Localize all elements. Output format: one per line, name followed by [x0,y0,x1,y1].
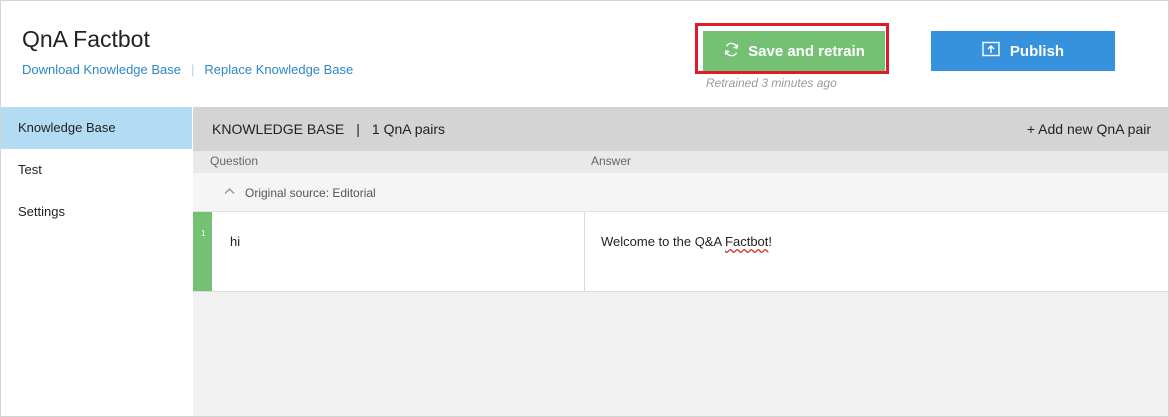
main-panel: KNOWLEDGE BASE | 1 QnA pairs + Add new Q… [193,107,1168,416]
source-label: Original source: Editorial [245,186,376,200]
kb-title-separator: | [356,121,360,137]
download-kb-link[interactable]: Download Knowledge Base [22,62,181,77]
question-cell[interactable]: hi [230,234,240,249]
answer-column-header: Answer [591,154,632,168]
retrained-status: Retrained 3 minutes ago [706,76,837,90]
column-headers: Question Answer [193,151,1168,173]
source-group-row[interactable]: Original source: Editorial [193,173,1168,212]
spellcheck-flagged-word: Factbot [725,234,769,249]
refresh-icon [723,41,740,62]
column-divider [584,212,585,291]
add-qna-pair-button[interactable]: + Add new QnA pair [1027,121,1151,137]
sidebar: Knowledge Base Test Settings [1,107,192,416]
sidebar-item-knowledge-base[interactable]: Knowledge Base [1,107,192,149]
answer-cell[interactable]: Welcome to the Q&A Factbot! [601,234,772,249]
header-links: Download Knowledge Base | Replace Knowle… [22,62,353,77]
sidebar-item-test[interactable]: Test [1,149,192,191]
save-and-retrain-button[interactable]: Save and retrain [703,31,885,71]
kb-title: KNOWLEDGE BASE [212,121,345,137]
row-marker: 1 [193,212,212,291]
row-number: 1 [201,229,206,238]
replace-kb-link[interactable]: Replace Knowledge Base [204,62,353,77]
publish-label: Publish [1009,42,1065,60]
table-row: 1 hi Welcome to the Q&A Factbot! [193,212,1168,292]
answer-text-end: ! [768,234,773,249]
question-column-header: Question [210,154,259,168]
sidebar-item-settings[interactable]: Settings [1,191,192,233]
link-separator: | [191,62,195,77]
publish-button[interactable]: Publish [931,31,1115,71]
qna-pair-count: 1 QnA pairs [371,121,446,137]
kb-title-group: KNOWLEDGE BASE | 1 QnA pairs [212,121,445,137]
kb-header: KNOWLEDGE BASE | 1 QnA pairs + Add new Q… [193,107,1168,151]
upload-icon [982,41,1000,61]
save-and-retrain-label: Save and retrain [748,42,865,60]
answer-text: Welcome to the Q&A [601,234,726,249]
chevron-up-icon[interactable] [224,184,235,198]
app-title: QnA Factbot [22,26,150,52]
